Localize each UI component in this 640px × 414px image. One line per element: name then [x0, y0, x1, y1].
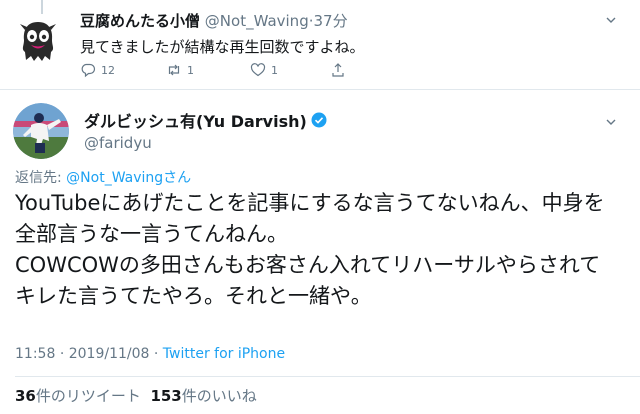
likes-label: 件のいいね — [181, 387, 257, 405]
thread-line — [41, 0, 43, 14]
tweet-time: 11:58 — [15, 346, 56, 362]
tweet-stats: 36件のリツイート 153件のいいね — [15, 385, 257, 406]
reply-button[interactable]: 12 — [80, 62, 115, 78]
parent-header: 豆腐めんたる小僧 @Not_Waving·37分 — [80, 10, 348, 31]
retweets-stat[interactable]: 36件のリツイート — [15, 387, 141, 405]
tweet-date: 2019/11/08 — [68, 346, 150, 362]
parent-display-name[interactable]: 豆腐めんたる小僧 — [80, 12, 200, 30]
tweet-body-line: COWCOWの多田さんもお客さん入れてリハーサルやらされて — [15, 253, 601, 277]
parent-time[interactable]: 37分 — [314, 12, 348, 30]
likes-stat[interactable]: 153件のいいね — [150, 387, 256, 405]
retweet-icon — [168, 64, 180, 76]
meta-separator: · — [153, 346, 159, 362]
likes-value: 153 — [150, 387, 182, 405]
retweet-button[interactable]: 1 — [166, 62, 194, 78]
share-icon — [332, 63, 344, 77]
reply-count: 12 — [101, 63, 115, 77]
parent-handle[interactable]: @Not_Waving — [205, 12, 309, 30]
like-icon — [250, 63, 266, 77]
chevron-down-icon[interactable] — [605, 14, 617, 26]
tweet-body-line: 全部言うな一言うてんねん。 — [15, 222, 288, 246]
divider — [0, 89, 640, 90]
replying-to: 返信先: @Not_Wavingさん — [15, 167, 191, 187]
replying-to-link[interactable]: @Not_Wavingさん — [66, 170, 191, 186]
retweets-label: 件のリツイート — [35, 387, 141, 405]
divider — [15, 376, 640, 377]
retweets-value: 36 — [15, 387, 36, 405]
share-button[interactable] — [330, 62, 351, 78]
avatar-main[interactable] — [13, 103, 69, 159]
replying-label: 返信先: — [15, 170, 62, 186]
reply-icon — [81, 63, 96, 78]
retweet-count: 1 — [187, 63, 194, 77]
chevron-down-icon[interactable] — [605, 116, 617, 128]
parent-tweet-text: 見てきましたが結構な再生回数ですよね。 — [80, 38, 365, 56]
tweet-source-link[interactable]: Twitter for iPhone — [163, 346, 285, 362]
tweet-meta: 11:58 · 2019/11/08 · Twitter for iPhone — [15, 346, 285, 362]
tweet-author-name[interactable]: ダルビッシュ有(Yu Darvish) — [84, 108, 327, 132]
tweet-display-name: ダルビッシュ有(Yu Darvish) — [84, 112, 307, 131]
tweet-body: YouTubeにあげたことを記事にするな言うてないねん、中身を 全部言うな一言う… — [15, 188, 630, 312]
tweet-handle[interactable]: @faridyu — [84, 134, 152, 152]
like-button[interactable]: 1 — [250, 62, 278, 78]
tweet-body-line: YouTubeにあげたことを記事にするな言うてないねん、中身を — [15, 191, 605, 215]
like-count: 1 — [271, 63, 278, 77]
meta-separator: · — [59, 346, 65, 362]
verified-badge-icon — [311, 112, 327, 128]
avatar-parent[interactable] — [13, 16, 63, 66]
tweet-body-line: キレた言うてたやろ。それと一緒や。 — [15, 284, 372, 308]
